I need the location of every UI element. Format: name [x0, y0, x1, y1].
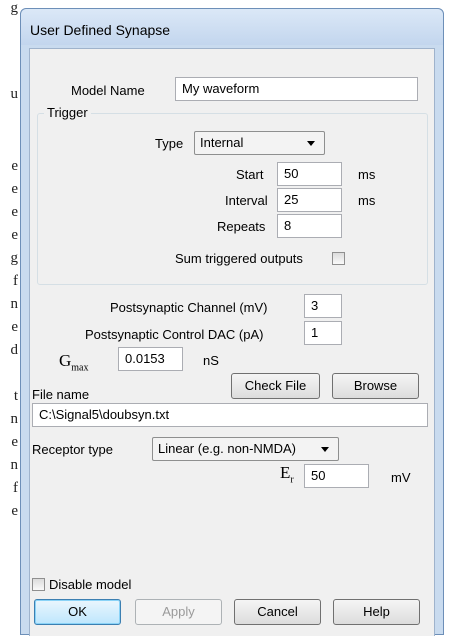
chevron-down-icon	[321, 447, 329, 452]
browse-button[interactable]: Browse	[332, 373, 419, 399]
dialog-window: User Defined Synapse Model Name My wavef…	[20, 8, 444, 636]
background-glyph: e	[11, 434, 18, 450]
background-glyph: d	[10, 342, 19, 358]
disable-model-label: Disable model	[49, 577, 132, 592]
cancel-button[interactable]: Cancel	[234, 599, 321, 625]
window-title: User Defined Synapse	[30, 22, 171, 38]
er-unit: mV	[391, 470, 411, 485]
background-glyph: g	[10, 250, 19, 266]
file-name-label: File name	[32, 387, 90, 402]
model-name-input[interactable]: My waveform	[175, 77, 418, 101]
model-name-label: Model Name	[71, 83, 145, 98]
postsynaptic-dac-input[interactable]: 1	[304, 321, 342, 345]
interval-input[interactable]: 25	[277, 188, 342, 212]
background-glyph: n	[10, 411, 19, 427]
er-label: Er	[280, 463, 294, 486]
gmax-input[interactable]: 0.0153	[118, 347, 183, 371]
receptor-type-label: Receptor type	[32, 442, 113, 457]
trigger-group-label: Trigger	[44, 105, 91, 120]
disable-model-checkbox[interactable]	[32, 578, 45, 591]
chevron-down-icon	[307, 141, 315, 146]
check-file-button[interactable]: Check File	[231, 373, 320, 399]
background-glyph: e	[11, 204, 18, 220]
background-glyph: f	[13, 480, 18, 496]
interval-label: Interval	[225, 193, 268, 208]
dialog-client-area: Model Name My waveform Trigger Type Inte…	[29, 48, 435, 636]
file-path-input[interactable]: C:\Signal5\doubsyn.txt	[32, 403, 428, 427]
start-input[interactable]: 50	[277, 162, 342, 186]
sum-triggered-label: Sum triggered outputs	[175, 251, 303, 266]
postsynaptic-channel-input[interactable]: 3	[304, 294, 342, 318]
background-glyph: u	[10, 86, 19, 102]
trigger-type-dropdown[interactable]: Internal	[194, 131, 325, 155]
background-glyph: f	[13, 273, 18, 289]
background-glyph: e	[11, 227, 18, 243]
background-glyph: e	[11, 503, 18, 519]
background-glyph: g	[10, 0, 19, 16]
repeats-label: Repeats	[217, 219, 266, 234]
start-unit: ms	[358, 167, 376, 182]
sum-triggered-checkbox[interactable]	[332, 252, 345, 265]
background-glyph: n	[10, 457, 19, 473]
gmax-label: Gmax	[59, 351, 89, 374]
background-document-strip: g u e e e e g f n e d t n e n f e	[0, 0, 20, 635]
receptor-type-value: Linear (e.g. non-NMDA)	[158, 441, 296, 456]
background-glyph: e	[11, 181, 18, 197]
postsynaptic-channel-label: Postsynaptic Channel (mV)	[110, 300, 268, 315]
postsynaptic-dac-label: Postsynaptic Control DAC (pA)	[85, 327, 264, 342]
interval-unit: ms	[358, 193, 376, 208]
background-glyph: n	[10, 296, 19, 312]
trigger-type-label: Type	[155, 136, 184, 151]
trigger-type-value: Internal	[200, 135, 244, 150]
gmax-unit: nS	[203, 353, 219, 368]
background-glyph: t	[13, 388, 18, 404]
er-input[interactable]: 50	[304, 464, 369, 488]
start-label: Start	[236, 167, 264, 182]
ok-button[interactable]: OK	[34, 599, 121, 625]
repeats-input[interactable]: 8	[277, 214, 342, 238]
title-bar[interactable]: User Defined Synapse	[21, 9, 443, 45]
background-glyph: e	[11, 158, 18, 174]
background-glyph: e	[11, 319, 18, 335]
apply-button[interactable]: Apply	[135, 599, 222, 625]
help-button[interactable]: Help	[333, 599, 420, 625]
receptor-type-dropdown[interactable]: Linear (e.g. non-NMDA)	[152, 437, 339, 461]
